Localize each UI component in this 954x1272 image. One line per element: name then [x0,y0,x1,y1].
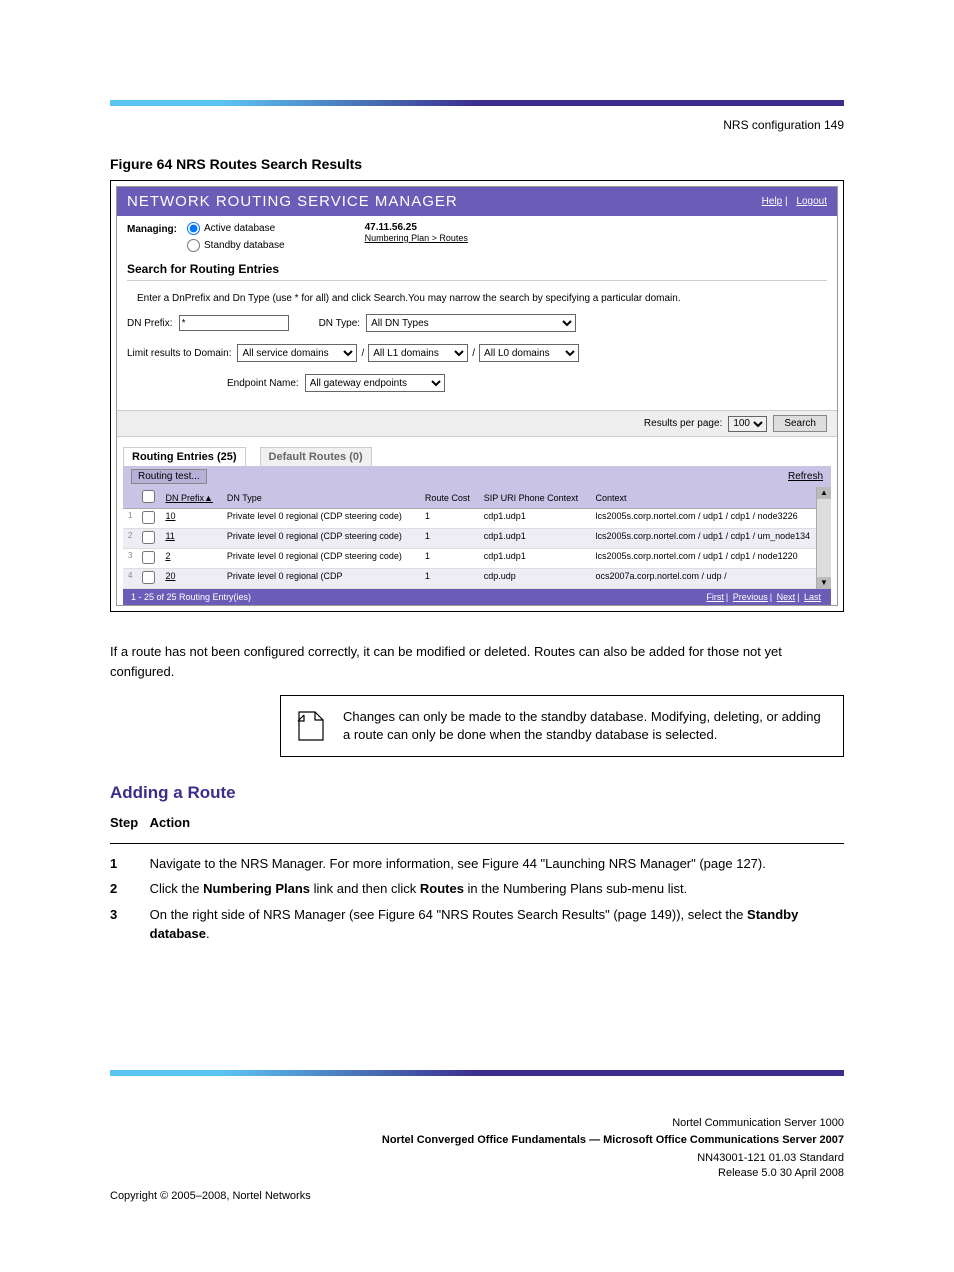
table-row: 1 10 Private level 0 regional (CDP steer… [123,509,831,529]
dn-prefix-link[interactable]: 20 [165,571,175,581]
note-icon [293,708,329,744]
row-checkbox[interactable] [142,551,155,564]
select-all-checkbox[interactable] [142,490,155,503]
dn-prefix-input[interactable] [179,315,289,331]
col-context[interactable]: Context [591,487,832,509]
section-heading: Adding a Route [110,783,844,803]
results-per-page-select[interactable]: 100 [728,416,767,432]
footer-line4: Release 5.0 30 April 2008 [110,1166,844,1181]
col-dn-type[interactable]: DN Type [222,487,420,509]
dn-prefix-label: DN Prefix: [127,318,173,329]
scroll-up-icon[interactable]: ▲ [817,487,831,499]
pager: First| Previous| Next| Last [704,592,823,602]
dn-prefix-link[interactable]: 2 [165,551,170,561]
breadcrumb[interactable]: Numbering Plan > Routes [365,233,468,243]
routing-entries-table: DN Prefix▲ DN Type Route Cost SIP URI Ph… [123,487,831,589]
table-row: 4 20 Private level 0 regional (CDP 1 cdp… [123,569,831,589]
col-route-cost[interactable]: Route Cost [420,487,479,509]
col-dn-prefix[interactable]: DN Prefix▲ [160,487,221,509]
body-paragraph: If a route has not been configured corre… [110,642,844,681]
dn-type-label: DN Type: [319,318,361,329]
dn-type-select[interactable]: All DN Types [366,314,576,332]
service-domain-select[interactable]: All service domains [237,344,357,362]
note-text: Changes can only be made to the standby … [343,708,831,744]
copyright: Copyright © 2005–2008, Nortel Networks [110,1189,844,1204]
scroll-down-icon[interactable]: ▼ [817,577,831,589]
l0-domain-select[interactable]: All L0 domains [479,344,579,362]
app-header: NETWORK ROUTING SERVICE MANAGER Help | L… [117,187,837,216]
ip-address: 47.11.56.25 [365,222,468,233]
endpoint-select[interactable]: All gateway endpoints [305,374,445,392]
step-text: Navigate to the NRS Manager. For more in… [150,854,844,874]
table-row: 3 2 Private level 0 regional (CDP steeri… [123,549,831,569]
dn-prefix-link[interactable]: 11 [165,531,174,541]
row-checkbox[interactable] [142,531,155,544]
pagination-status: 1 - 25 of 25 Routing Entry(ies) [131,592,251,602]
step-header-action: Action [150,813,844,833]
step-number: 3 [110,905,146,925]
step-header-label: Step [110,813,146,833]
scrollbar[interactable]: ▲ ▼ [816,487,831,589]
pager-next[interactable]: Next [777,592,796,602]
app-title: NETWORK ROUTING SERVICE MANAGER [127,193,458,210]
col-sip-uri[interactable]: SIP URI Phone Context [479,487,591,509]
tab-routing-entries[interactable]: Routing Entries (25) [123,447,246,466]
endpoint-name-label: Endpoint Name: [227,378,299,389]
footer-line1: Nortel Communication Server 1000 [110,1116,844,1131]
search-section-title: Search for Routing Entries [117,258,837,280]
footer-line3: NN43001-121 01.03 Standard [110,1151,844,1166]
pager-previous[interactable]: Previous [733,592,768,602]
screenshot-figure: NETWORK ROUTING SERVICE MANAGER Help | L… [110,180,844,612]
refresh-link[interactable]: Refresh [788,471,823,482]
results-per-page-label: Results per page: [644,418,722,429]
table-row: 2 11 Private level 0 regional (CDP steer… [123,529,831,549]
l1-domain-select[interactable]: All L1 domains [368,344,468,362]
step-number: 1 [110,854,146,874]
step-text: On the right side of NRS Manager (see Fi… [150,905,844,944]
routing-test-button[interactable]: Routing test... [131,469,207,484]
pager-last[interactable]: Last [804,592,821,602]
footer-line2: Nortel Converged Office Fundamentals — M… [110,1133,844,1148]
step-text: Click the Numbering Plans link and then … [150,879,844,899]
radio-active-database[interactable]: Active database [187,222,285,235]
row-checkbox[interactable] [142,511,155,524]
tab-default-routes[interactable]: Default Routes (0) [260,447,372,466]
pager-first[interactable]: First [706,592,724,602]
help-link[interactable]: Help [762,196,783,207]
step-number: 2 [110,879,146,899]
logout-link[interactable]: Logout [796,196,827,207]
radio-standby-database[interactable]: Standby database [187,239,285,252]
note-box: Changes can only be made to the standby … [280,695,844,757]
limit-domain-label: Limit results to Domain: [127,348,231,359]
search-button[interactable]: Search [773,415,827,432]
figure-title: Figure 64 NRS Routes Search Results [110,156,844,172]
row-checkbox[interactable] [142,571,155,584]
managing-label: Managing: [127,222,177,235]
search-instruction: Enter a DnPrefix and Dn Type (use * for … [117,285,837,314]
page-header-right: NRS configuration 149 [110,118,844,132]
dn-prefix-link[interactable]: 10 [165,511,175,521]
